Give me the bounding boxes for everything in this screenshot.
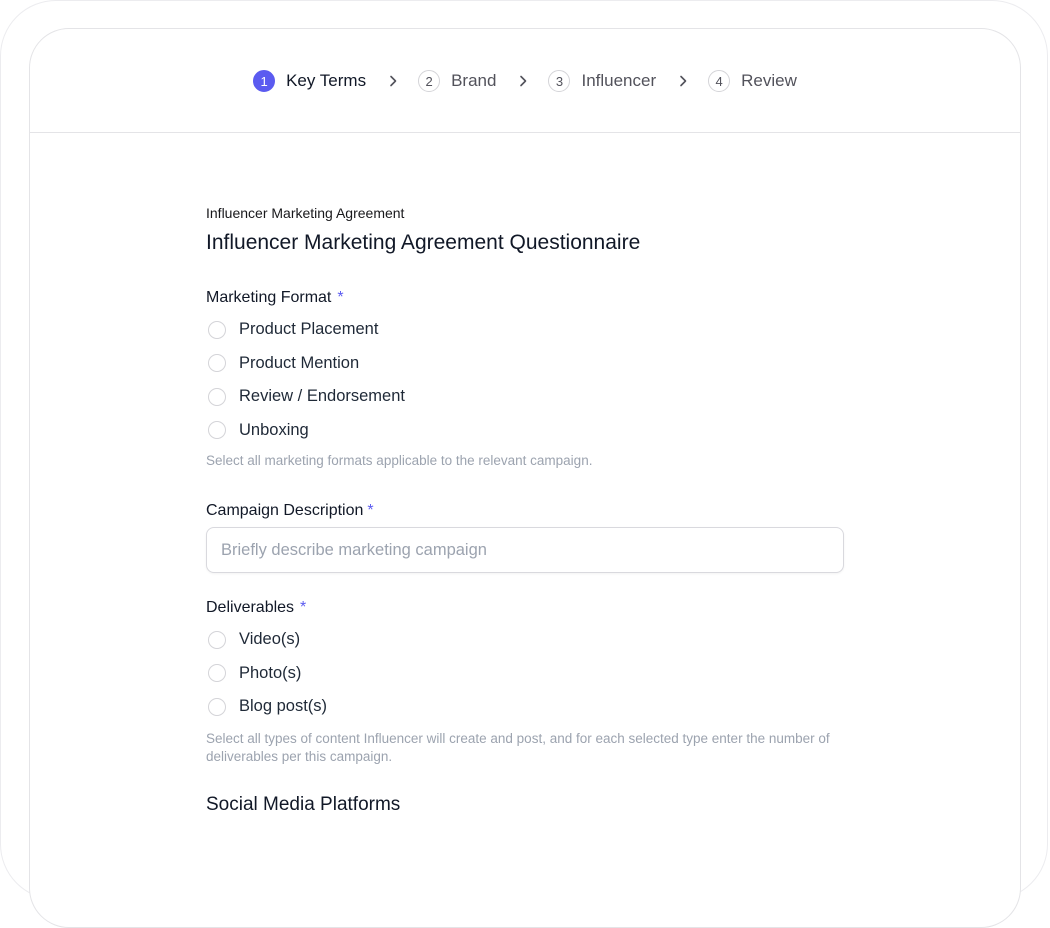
required-asterisk: * — [367, 502, 374, 519]
campaign-description-label: Campaign Description * — [206, 502, 844, 520]
chevron-right-icon — [675, 73, 691, 89]
page-title: Influencer Marketing Agreement Questionn… — [206, 231, 641, 254]
field-label-text: Campaign Description — [206, 502, 364, 519]
required-asterisk: * — [300, 599, 307, 616]
step-brand[interactable]: 2 Brand — [418, 70, 496, 92]
step-number: 2 — [418, 70, 441, 92]
option-label: Product Placement — [239, 320, 379, 339]
radio-circle-icon[interactable] — [208, 387, 226, 406]
radio-circle-icon[interactable] — [208, 630, 226, 649]
marketing-format-group: Marketing Format * Product Placement Pro… — [206, 289, 844, 470]
deliverables-group: Deliverables * Video(s) Photo(s) Blog po… — [206, 599, 844, 766]
step-label: Review — [741, 71, 797, 90]
stepper: 1 Key Terms 2 Brand 3 Influencer 4 Revie… — [30, 30, 1020, 132]
option-videos[interactable]: Video(s) — [206, 623, 844, 657]
option-label: Unboxing — [239, 420, 309, 439]
radio-circle-icon[interactable] — [208, 664, 226, 683]
chevron-right-icon — [385, 73, 401, 89]
marketing-format-help: Select all marketing formats applicable … — [206, 453, 593, 468]
option-blog-posts[interactable]: Blog post(s) — [206, 690, 844, 724]
deliverables-help: Select all types of content Influencer w… — [206, 730, 830, 764]
deliverables-label: Deliverables * — [206, 599, 844, 617]
option-product-placement[interactable]: Product Placement — [206, 313, 844, 347]
step-label: Key Terms — [286, 71, 367, 90]
header-divider — [30, 132, 1020, 133]
section-heading: Social Media Platforms — [206, 793, 401, 815]
option-review-endorsement[interactable]: Review / Endorsement — [206, 380, 844, 414]
campaign-description-input[interactable] — [206, 527, 844, 573]
radio-circle-icon[interactable] — [208, 421, 226, 440]
step-key-terms[interactable]: 1 Key Terms — [253, 70, 366, 92]
step-number: 4 — [708, 70, 731, 92]
radio-circle-icon[interactable] — [208, 697, 226, 716]
marketing-format-label: Marketing Format * — [206, 289, 844, 307]
option-label: Photo(s) — [239, 663, 302, 682]
option-unboxing[interactable]: Unboxing — [206, 414, 844, 448]
questionnaire-form: Influencer Marketing Agreement Influence… — [206, 205, 844, 816]
form-eyebrow: Influencer Marketing Agreement — [206, 205, 405, 221]
option-label: Review / Endorsement — [239, 387, 405, 406]
field-label-text: Marketing Format — [206, 289, 332, 306]
required-asterisk: * — [337, 289, 344, 306]
step-number: 3 — [548, 70, 571, 92]
option-label: Blog post(s) — [239, 697, 328, 716]
radio-circle-icon[interactable] — [208, 320, 226, 339]
step-label: Influencer — [581, 71, 657, 90]
radio-circle-icon[interactable] — [208, 354, 226, 373]
option-product-mention[interactable]: Product Mention — [206, 347, 844, 381]
step-number: 1 — [253, 70, 276, 92]
option-label: Video(s) — [239, 630, 301, 649]
field-label-text: Deliverables — [206, 599, 295, 616]
step-label: Brand — [451, 71, 497, 90]
chevron-right-icon — [515, 73, 531, 89]
step-review[interactable]: 4 Review — [708, 70, 797, 92]
social-media-group: Social Media Platforms — [206, 794, 844, 816]
option-label: Product Mention — [239, 353, 360, 372]
campaign-description-group: Campaign Description * — [206, 502, 844, 573]
option-photos[interactable]: Photo(s) — [206, 657, 844, 691]
step-influencer[interactable]: 3 Influencer — [548, 70, 656, 92]
